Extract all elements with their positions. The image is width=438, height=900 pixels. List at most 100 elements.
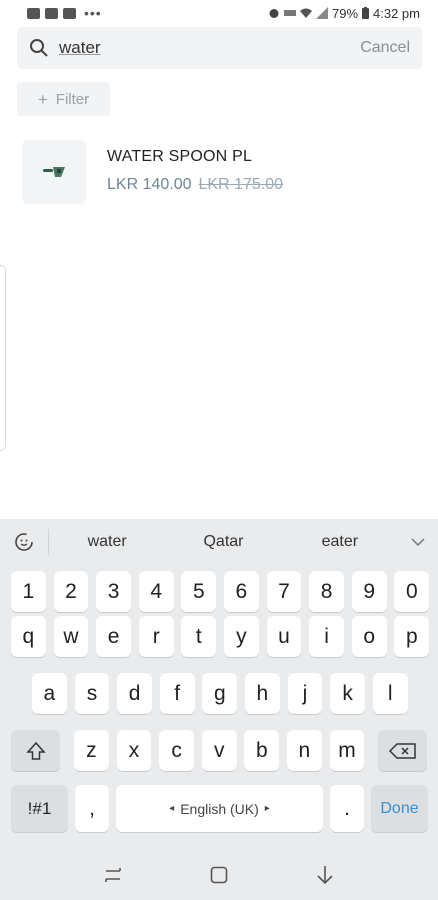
letter-key-i[interactable]: i — [309, 616, 344, 657]
number-key-4[interactable]: 4 — [138, 571, 174, 612]
suggestion-1[interactable]: water — [49, 533, 165, 551]
letter-key-v[interactable]: v — [201, 730, 237, 771]
letter-key-e[interactable]: e — [96, 616, 131, 657]
search-input[interactable] — [59, 38, 361, 58]
spoon-image — [43, 167, 65, 177]
clock: 4:32 pm — [373, 5, 420, 21]
letter-key-t[interactable]: t — [181, 616, 217, 657]
plus-icon: + — [37, 89, 48, 109]
letter-key-y[interactable]: y — [224, 616, 259, 657]
filter-label: Filter — [55, 90, 90, 108]
key-label: 2 — [65, 579, 77, 603]
key-label: i — [324, 624, 329, 648]
key-label: p — [405, 624, 418, 648]
home-icon[interactable] — [199, 855, 239, 895]
period-label: . — [344, 796, 350, 820]
number-key-5[interactable]: 5 — [181, 571, 217, 612]
letter-key-a[interactable]: a — [32, 673, 67, 714]
letter-key-n[interactable]: n — [287, 730, 322, 771]
number-key-8[interactable]: 8 — [309, 571, 344, 612]
letter-key-r[interactable]: r — [138, 616, 174, 657]
key-label: u — [278, 624, 290, 648]
letter-key-d[interactable]: d — [117, 673, 152, 714]
key-label: d — [128, 681, 141, 705]
backspace-icon — [388, 742, 416, 759]
recent-apps-icon[interactable] — [93, 855, 133, 895]
emoji-toggle-icon[interactable] — [0, 519, 48, 565]
letter-key-z[interactable]: z — [74, 730, 109, 771]
search-bar: Cancel — [17, 27, 422, 69]
key-label: 6 — [235, 579, 248, 603]
number-key-3[interactable]: 3 — [96, 571, 131, 612]
letter-key-q[interactable]: q — [11, 616, 46, 657]
key-label: n — [298, 738, 311, 762]
letter-key-s[interactable]: s — [74, 673, 110, 714]
gallery-icon — [45, 7, 58, 19]
number-key-6[interactable]: 6 — [224, 571, 259, 612]
suggestion-bar: water Qatar eater — [0, 519, 438, 565]
number-key-7[interactable]: 7 — [266, 571, 302, 612]
key-label: y — [236, 624, 247, 648]
key-label: s — [86, 681, 98, 705]
done-label: Done — [380, 799, 419, 817]
key-label: z — [86, 738, 97, 762]
key-label: e — [107, 624, 120, 648]
backspace-key[interactable] — [378, 730, 427, 771]
done-key[interactable]: Done — [371, 785, 428, 832]
letter-key-m[interactable]: m — [329, 730, 365, 771]
key-label: f — [174, 681, 181, 705]
key-label: 0 — [405, 579, 418, 603]
letter-key-h[interactable]: h — [245, 673, 280, 714]
key-label: m — [338, 738, 356, 762]
number-key-0[interactable]: 0 — [394, 571, 430, 612]
letter-key-k[interactable]: k — [330, 673, 365, 714]
product-item[interactable]: WATER SPOON PL LKR 140.00 LKR 175.00 — [22, 140, 422, 206]
key-label: a — [43, 681, 56, 705]
key-label: w — [63, 624, 79, 648]
key-label: 5 — [192, 579, 205, 603]
letter-key-p[interactable]: p — [394, 616, 430, 657]
letter-key-c[interactable]: c — [159, 730, 194, 771]
youtube-icon — [63, 7, 76, 19]
letter-key-w[interactable]: w — [53, 616, 89, 657]
key-label: l — [387, 681, 393, 705]
battery-icon — [362, 7, 370, 19]
letter-key-j[interactable]: j — [287, 673, 323, 714]
letter-key-l[interactable]: l — [372, 673, 408, 714]
cancel-button[interactable]: Cancel — [360, 39, 410, 57]
key-label: k — [342, 681, 353, 705]
key-label: o — [363, 624, 376, 648]
letter-key-f[interactable]: f — [159, 673, 195, 714]
letter-key-u[interactable]: u — [266, 616, 302, 657]
key-label: 9 — [363, 579, 376, 603]
number-key-2[interactable]: 2 — [53, 571, 89, 612]
symbols-key[interactable]: !#1 — [11, 785, 68, 832]
key-label: r — [152, 624, 160, 648]
space-arrow-right-icon: ▸ — [264, 803, 270, 814]
space-arrow-left-icon: ◂ — [169, 803, 175, 814]
shift-key[interactable] — [11, 730, 60, 771]
chevron-down-icon[interactable] — [398, 537, 438, 547]
notification-icons: ••• — [27, 6, 102, 20]
edge-panel-handle[interactable] — [0, 265, 6, 451]
key-label: 3 — [107, 579, 120, 603]
product-name: WATER SPOON PL — [107, 148, 253, 165]
suggestion-2[interactable]: Qatar — [165, 533, 281, 551]
letter-key-g[interactable]: g — [202, 673, 238, 714]
space-language-label: English (UK) — [180, 800, 259, 817]
letter-key-x[interactable]: x — [116, 730, 152, 771]
letter-key-o[interactable]: o — [351, 616, 387, 657]
back-icon[interactable] — [305, 855, 345, 895]
letter-key-b[interactable]: b — [244, 730, 280, 771]
number-key-9[interactable]: 9 — [351, 571, 387, 612]
original-price: LKR 175.00 — [198, 176, 284, 193]
space-key[interactable]: ◂ English (UK) ▸ — [116, 785, 323, 832]
number-key-1[interactable]: 1 — [11, 571, 46, 612]
suggestion-3[interactable]: eater — [282, 533, 398, 551]
filter-button[interactable]: + Filter — [17, 82, 110, 116]
navigation-bar — [0, 850, 438, 900]
signal-icon — [315, 7, 328, 19]
period-key[interactable]: . — [330, 785, 364, 832]
key-label: 1 — [22, 579, 35, 603]
comma-key[interactable]: , — [75, 785, 109, 832]
